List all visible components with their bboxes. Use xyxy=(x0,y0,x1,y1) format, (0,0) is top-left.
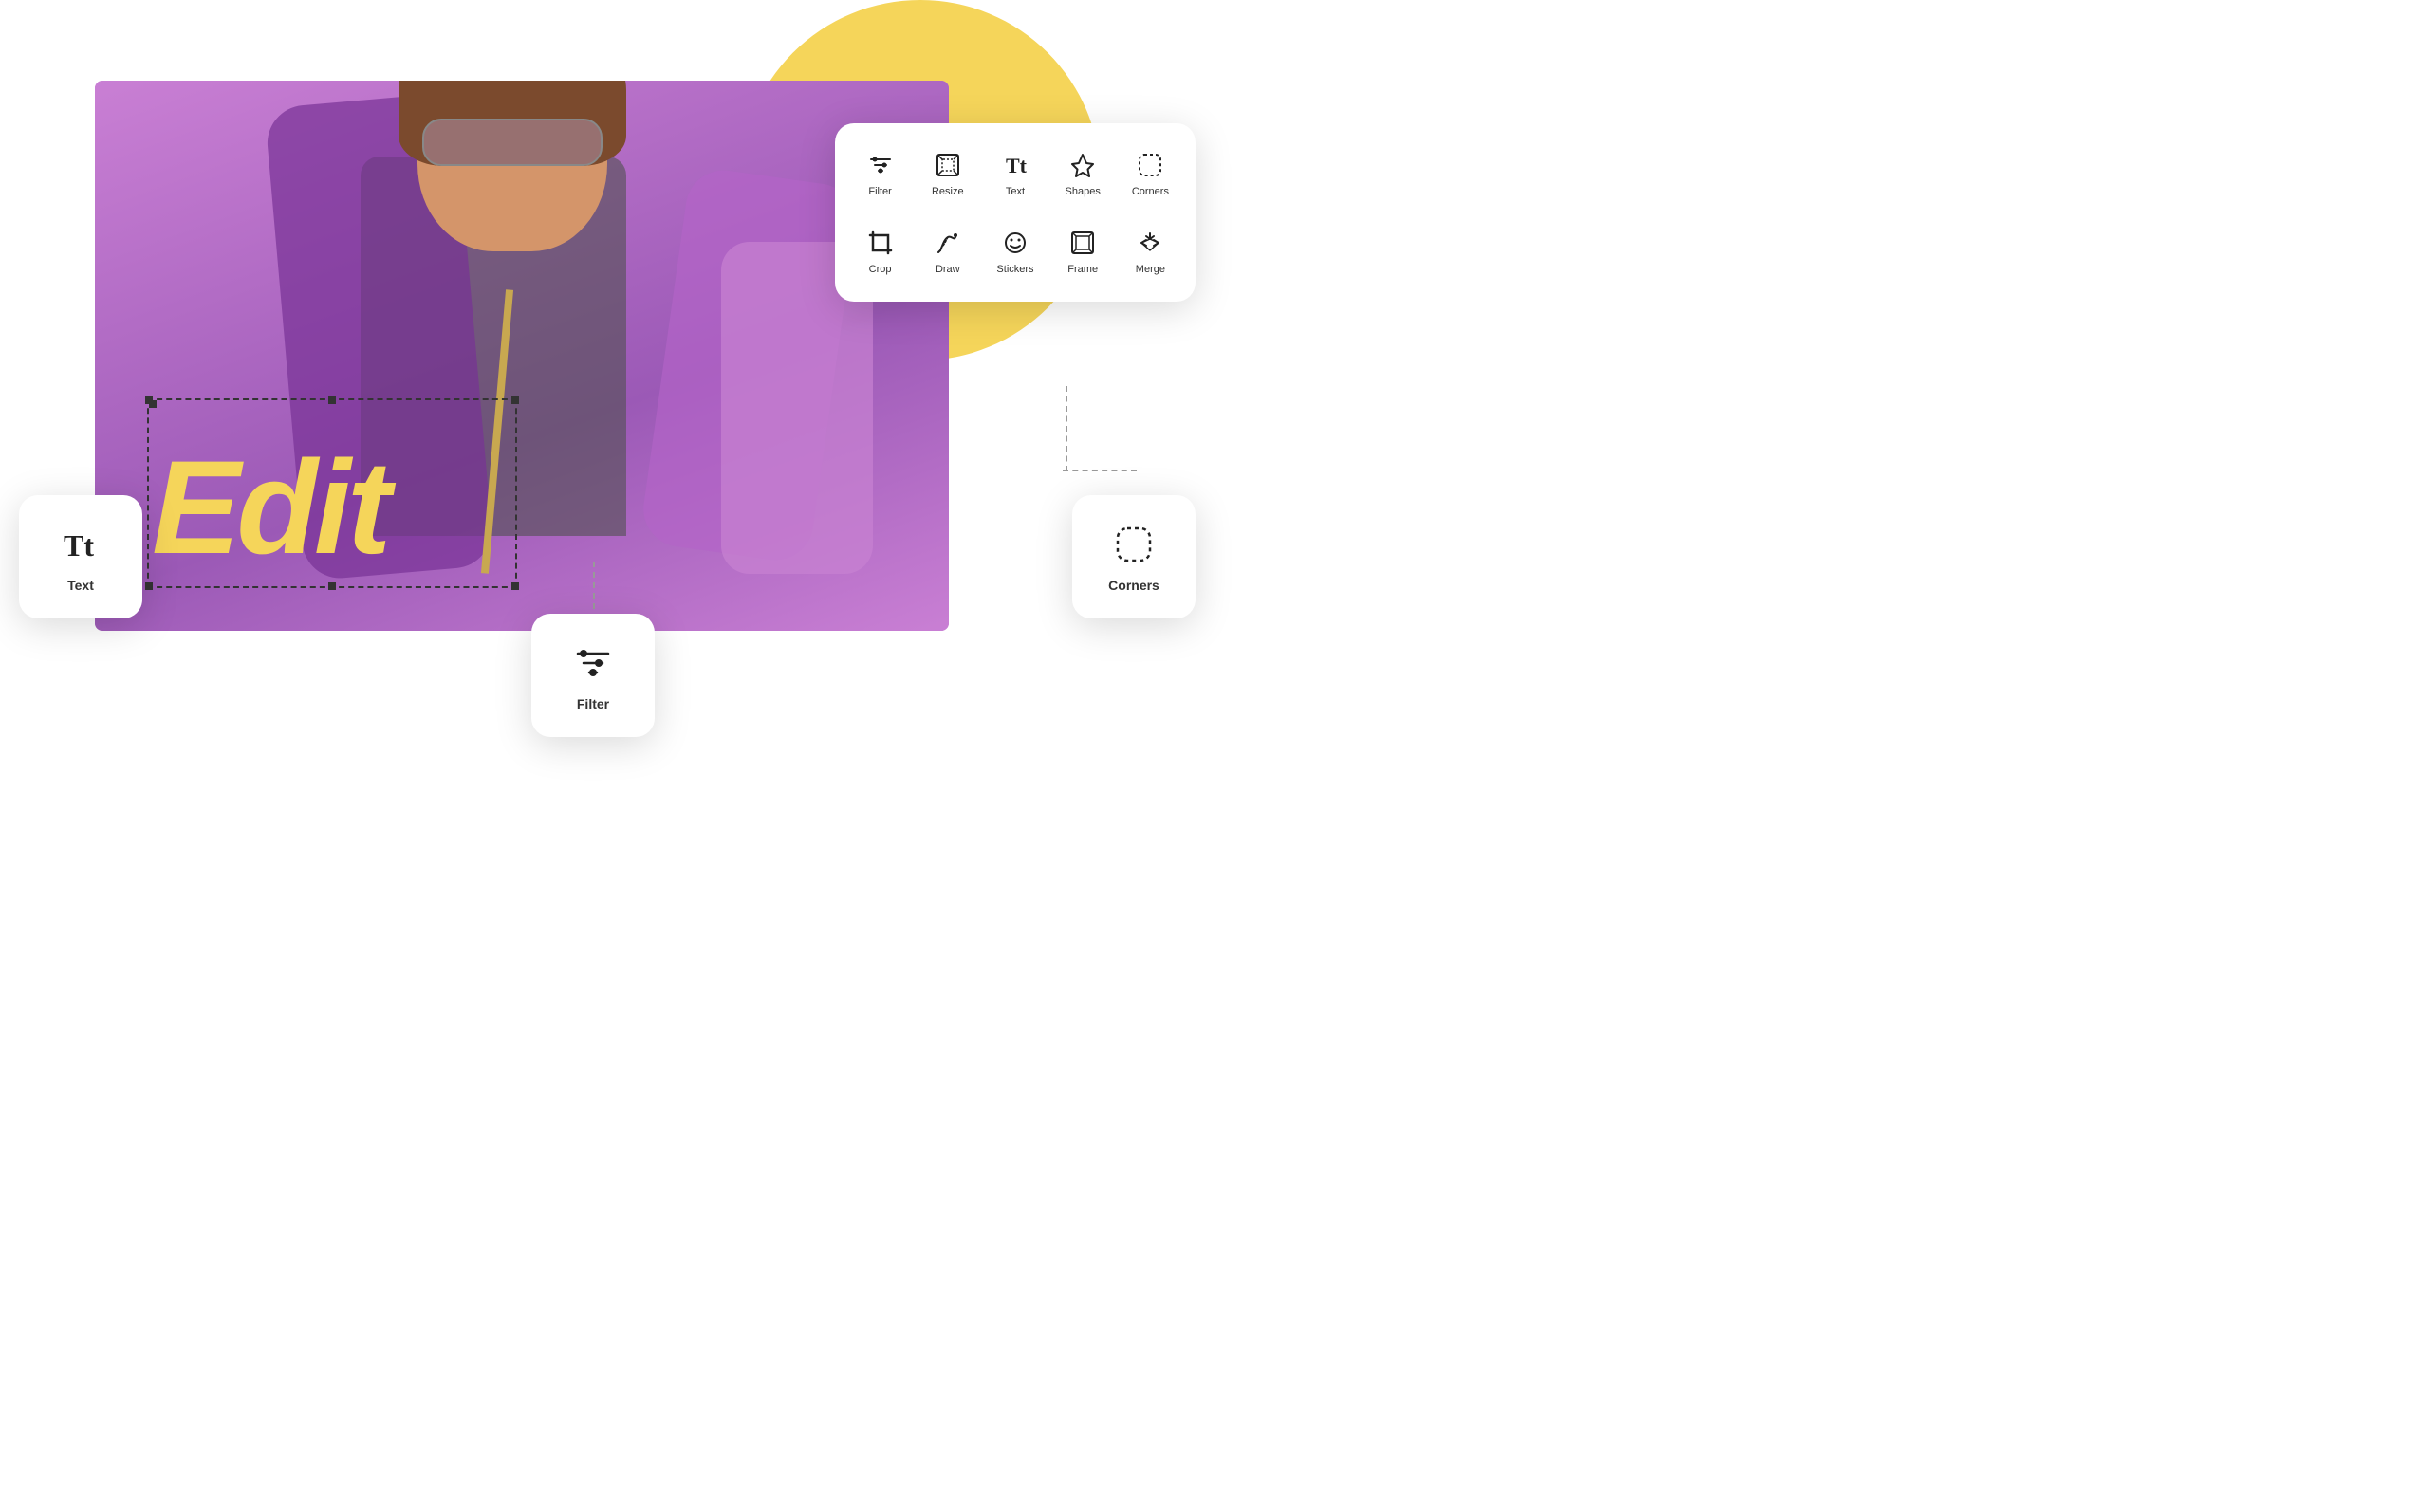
corners-icon-top xyxy=(1135,150,1165,180)
tool-corners-label: Corners xyxy=(1132,186,1169,197)
tool-stickers-label: Stickers xyxy=(996,264,1033,275)
corners-card-label: Corners xyxy=(1108,578,1159,593)
tool-resize[interactable]: Resize xyxy=(918,138,977,209)
filter-card-label: Filter xyxy=(577,696,609,711)
toolbar-panel: Filter Resize Tt Text Sh xyxy=(835,123,1196,302)
handle-tr[interactable] xyxy=(511,396,519,404)
resize-icon xyxy=(933,150,963,180)
svg-text:Tt: Tt xyxy=(64,528,94,562)
filter-card-icon xyxy=(569,639,617,687)
handle-bm[interactable] xyxy=(328,582,336,590)
tool-text-label: Text xyxy=(1006,186,1025,197)
merge-icon xyxy=(1135,228,1165,258)
editor-canvas: Edit xyxy=(95,81,949,631)
tool-stickers[interactable]: Stickers xyxy=(985,216,1045,286)
selection-box xyxy=(147,398,517,588)
tool-filter-label: Filter xyxy=(868,186,891,197)
corners-connector-line-v xyxy=(1066,386,1067,471)
filter-icon xyxy=(865,150,896,180)
handle-tm[interactable] xyxy=(328,396,336,404)
corners-card-icon xyxy=(1110,521,1158,568)
handle-br[interactable] xyxy=(511,582,519,590)
handle-tl[interactable] xyxy=(145,396,153,404)
frame-icon xyxy=(1067,228,1098,258)
corners-card[interactable]: Corners xyxy=(1072,495,1196,618)
tool-crop[interactable]: Crop xyxy=(850,216,910,286)
tool-shapes-label: Shapes xyxy=(1066,186,1101,197)
text-card-label: Text xyxy=(67,578,94,593)
filter-card[interactable]: Filter xyxy=(531,614,655,737)
tool-frame[interactable]: Frame xyxy=(1053,216,1113,286)
tool-crop-label: Crop xyxy=(869,264,892,275)
svg-text:Tt: Tt xyxy=(1006,154,1028,177)
text-icon: Tt xyxy=(1000,150,1030,180)
tool-resize-label: Resize xyxy=(932,186,964,197)
tool-filter[interactable]: Filter xyxy=(850,138,910,209)
text-card[interactable]: Tt Text xyxy=(19,495,142,618)
corners-connector-line-h xyxy=(1063,470,1137,471)
filter-connector-line xyxy=(593,562,595,609)
text-card-icon: Tt xyxy=(57,521,104,568)
tool-draw[interactable]: Draw xyxy=(918,216,977,286)
crop-icon xyxy=(865,228,896,258)
draw-icon xyxy=(933,228,963,258)
tool-merge-label: Merge xyxy=(1136,264,1165,275)
tool-text[interactable]: Tt Text xyxy=(985,138,1045,209)
tool-draw-label: Draw xyxy=(936,264,960,275)
tool-corners[interactable]: Corners xyxy=(1121,138,1180,209)
tool-frame-label: Frame xyxy=(1067,264,1098,275)
stickers-icon xyxy=(1000,228,1030,258)
tool-shapes[interactable]: Shapes xyxy=(1053,138,1113,209)
tool-merge[interactable]: Merge xyxy=(1121,216,1180,286)
shapes-icon xyxy=(1067,150,1098,180)
handle-bl[interactable] xyxy=(145,582,153,590)
